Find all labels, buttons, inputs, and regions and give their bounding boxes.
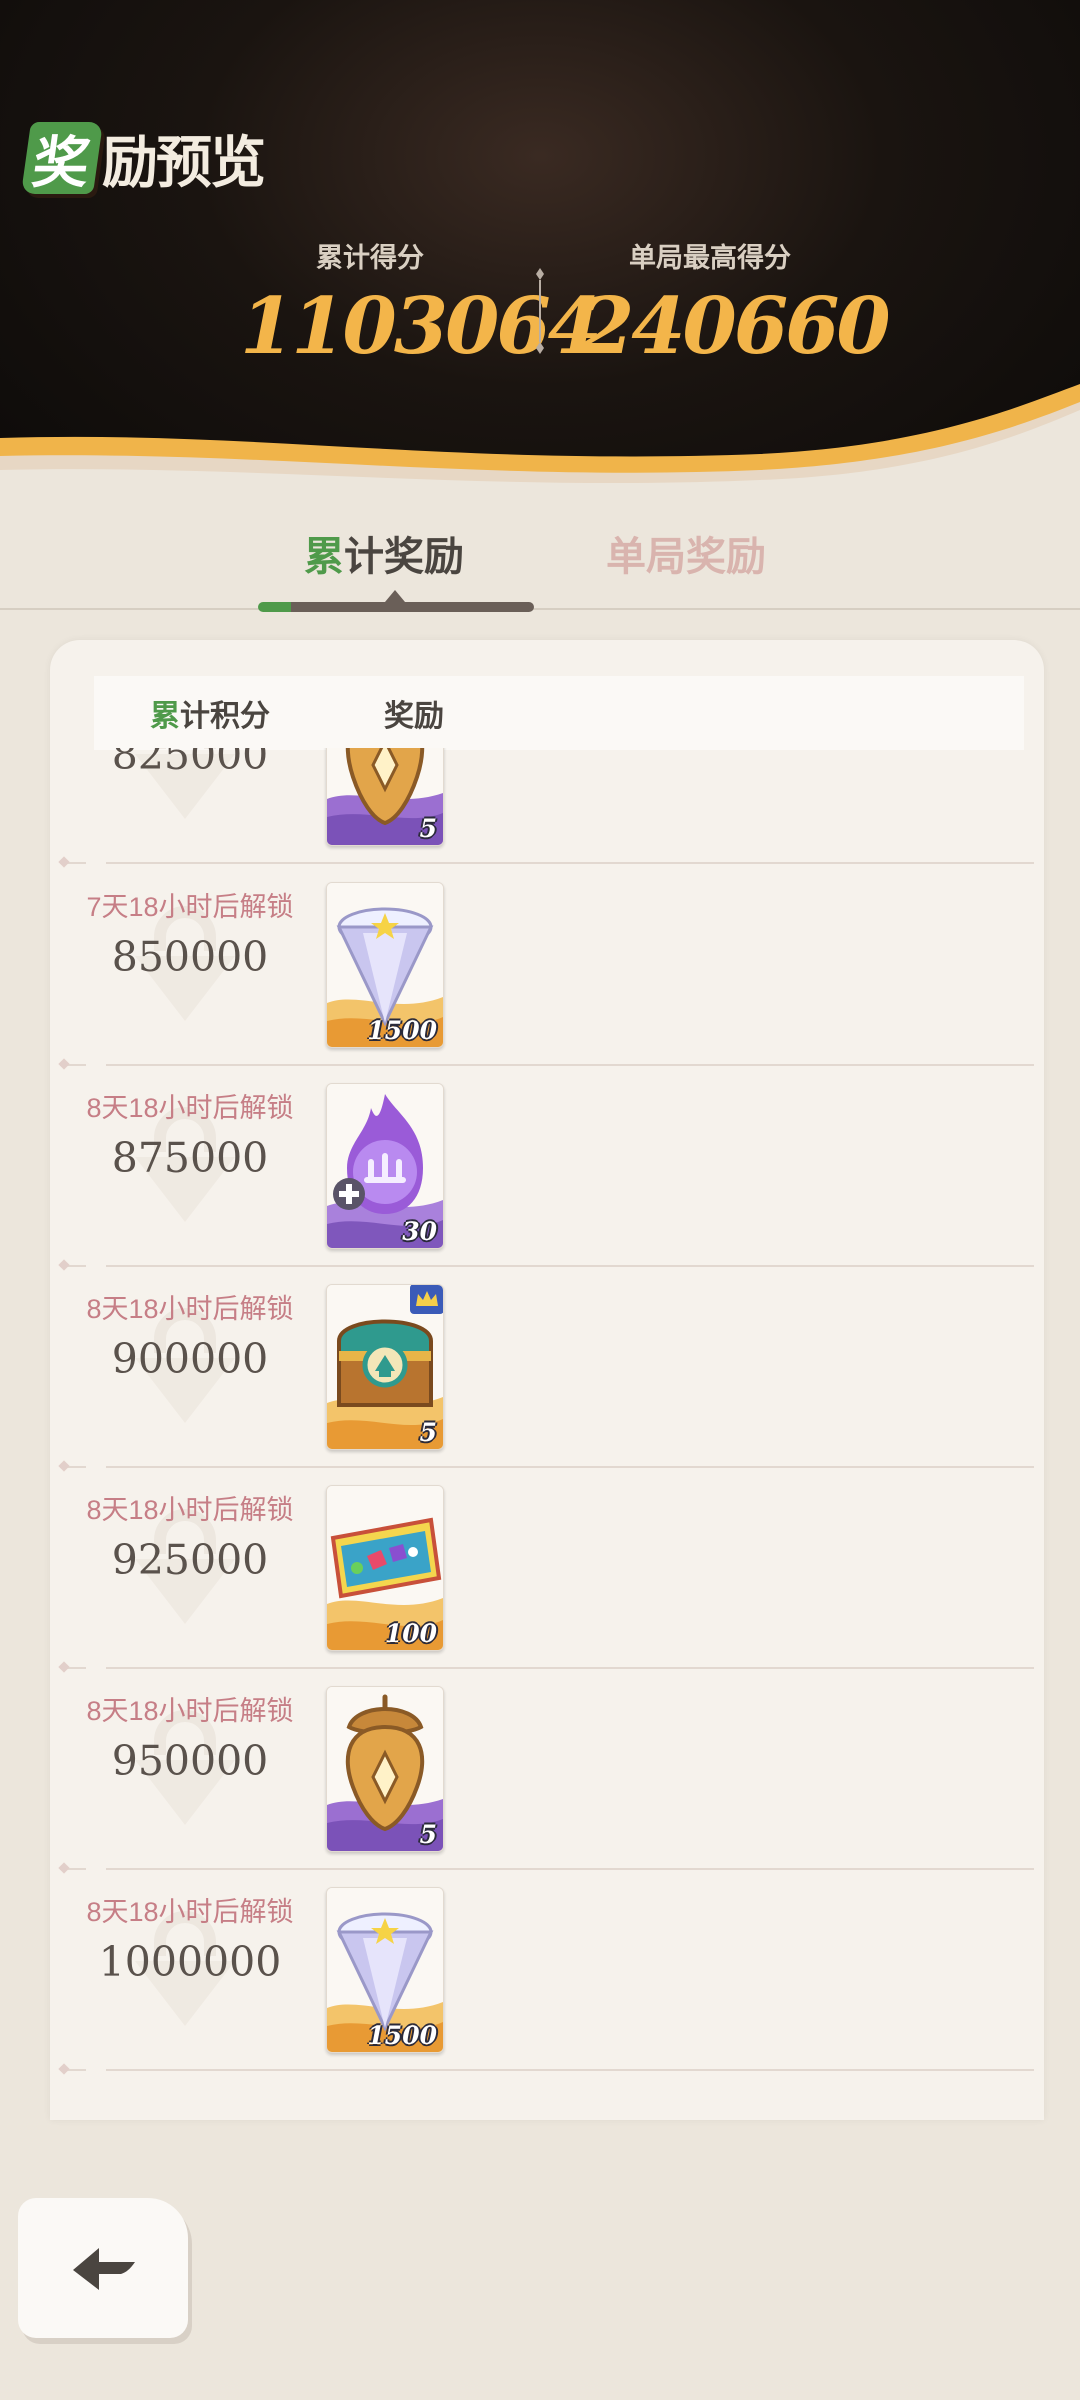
column-header-points-first-char: 累: [150, 700, 180, 733]
reward-row: 7天18小时后解锁 850000 1500: [50, 865, 1044, 1066]
score-threshold: 850000: [111, 933, 269, 981]
row-divider: [60, 2069, 1034, 2071]
column-header-points: 累计积分: [150, 691, 270, 735]
reward-quantity: 30: [402, 1217, 437, 1246]
tab-active-indicator: [258, 602, 534, 612]
rewards-list[interactable]: 825000 5 7天18小时后解锁 850000 1500 8天18小时后解锁…: [50, 748, 1044, 2118]
page-title: 奖 励预览: [20, 118, 266, 198]
table-header: 累计积分 奖励: [94, 676, 1024, 750]
total-score-value: 1103064: [240, 281, 602, 372]
reward-card[interactable]: 100: [326, 1485, 444, 1651]
score-threshold: 950000: [111, 1737, 269, 1785]
tab-active-first-char: 累: [304, 535, 344, 579]
total-score: 累计得分 1103064: [240, 236, 602, 372]
best-score-label: 单局最高得分: [629, 243, 791, 273]
best-score-value: 240660: [580, 281, 891, 372]
reward-row: 8天18小时后解锁 950000 5: [50, 1669, 1044, 1870]
reward-row: 8天18小时后解锁 875000 30: [50, 1066, 1044, 1267]
unlock-countdown: 8天18小时后解锁: [86, 1897, 294, 1927]
crown-badge-icon: [410, 1285, 443, 1314]
unlock-countdown: 8天18小时后解锁: [86, 1093, 294, 1123]
row-divider: [60, 862, 1034, 864]
total-score-label: 累计得分: [316, 243, 424, 273]
reward-quantity: 1500: [367, 1016, 437, 1045]
score-threshold: 825000: [111, 748, 269, 779]
tab-active-rest: 计奖励: [344, 535, 464, 579]
reward-quantity: 5: [419, 814, 437, 843]
reward-quantity: 1500: [367, 2021, 437, 2050]
back-arrow-icon: [73, 2248, 135, 2290]
tab-single-game-rewards[interactable]: 单局奖励: [606, 524, 766, 582]
reward-card[interactable]: 1500: [326, 1887, 444, 2053]
reward-card[interactable]: 5: [326, 1284, 444, 1450]
title-first-char: 奖: [28, 129, 95, 196]
rewards-panel: 累计积分 奖励 825000 5 7天18小时后解锁 850000 1500 8…: [50, 640, 1044, 2120]
reward-quantity: 100: [384, 1619, 437, 1648]
score-threshold: 900000: [111, 1335, 269, 1383]
tab-divider: [0, 608, 1080, 610]
title-rest: 励预览: [102, 129, 266, 196]
unlock-countdown: 8天18小时后解锁: [86, 1495, 294, 1525]
tab-indicator-notch: [385, 590, 405, 602]
reward-row: 8天18小时后解锁 900000 5: [50, 1267, 1044, 1468]
tab-bar: 累计奖励 单局奖励: [0, 500, 1080, 612]
unlock-countdown: 7天18小时后解锁: [86, 892, 294, 922]
unlock-countdown: 8天18小时后解锁: [86, 1696, 294, 1726]
reward-row: 825000 5: [50, 748, 1044, 864]
column-header-points-rest: 计积分: [180, 700, 270, 733]
score-threshold: 1000000: [98, 1938, 282, 1986]
reward-card[interactable]: 5: [326, 1686, 444, 1852]
reward-row: 8天18小时后解锁 925000 100: [50, 1468, 1044, 1669]
reward-quantity: 5: [419, 1820, 437, 1849]
reward-card[interactable]: 1500: [326, 882, 444, 1048]
reward-row: 8天18小时后解锁 1000000 1500: [50, 1870, 1044, 2071]
header: 奖 励预览 累计得分 1103064 单局最高得分 240660: [0, 0, 1080, 530]
title-badge: 奖: [20, 122, 104, 196]
score-threshold: 875000: [111, 1134, 269, 1182]
back-button[interactable]: [18, 2198, 188, 2338]
column-header-reward: 奖励: [384, 700, 444, 733]
tab-cumulative-rewards[interactable]: 累计奖励: [304, 524, 464, 582]
reward-quantity: 5: [419, 1418, 437, 1447]
score-threshold: 925000: [111, 1536, 269, 1584]
score-divider: [536, 268, 544, 354]
best-score: 单局最高得分 240660: [580, 236, 891, 372]
unlock-countdown: 8天18小时后解锁: [86, 1294, 294, 1324]
reward-card[interactable]: 5: [326, 748, 444, 846]
reward-card[interactable]: 30: [326, 1083, 444, 1249]
